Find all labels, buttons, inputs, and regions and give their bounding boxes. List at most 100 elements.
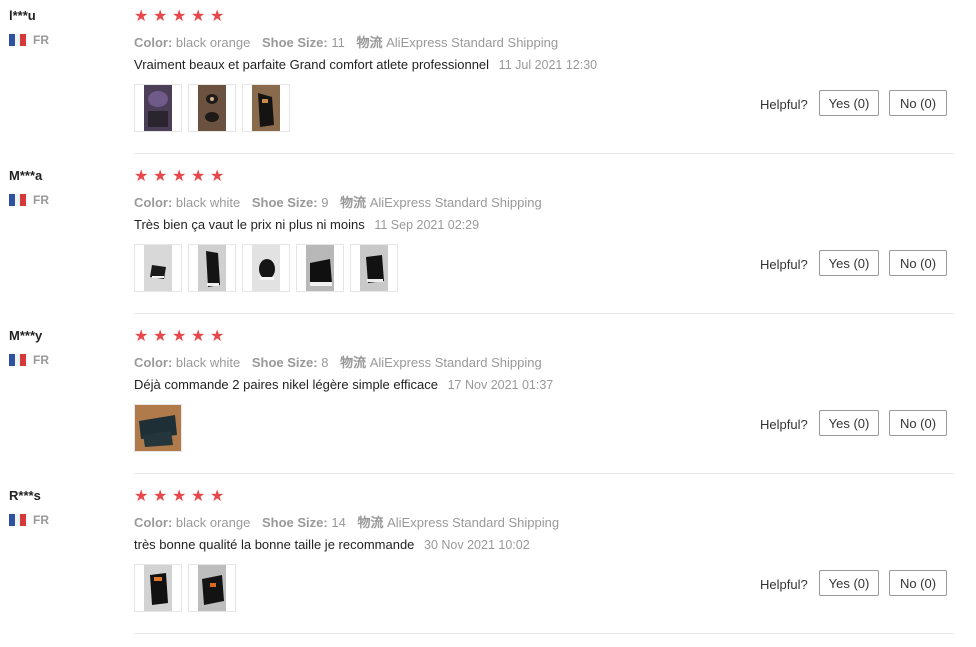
shoe-size-value: 9: [321, 195, 329, 210]
star-icon: ★: [191, 488, 206, 505]
country-code: FR: [33, 193, 49, 207]
star-icon: ★: [191, 328, 206, 345]
helpful-no-button[interactable]: No (0): [889, 570, 947, 596]
review-item: l***u FR ★ ★ ★ ★ ★ Color: black orange Shoe …: [0, 0, 976, 160]
color-label: Color:: [134, 35, 173, 50]
divider: [134, 153, 954, 154]
france-flag-icon: [9, 34, 27, 46]
shoe-size-label: Shoe Size:: [261, 515, 328, 530]
shoe-size-label: Shoe Size:: [261, 35, 328, 50]
shoe-size-value: 14: [331, 515, 346, 530]
helpful-yes-button[interactable]: Yes (0): [819, 250, 879, 276]
star-icon: ★: [153, 8, 168, 25]
review-item: M***y FR ★ ★ ★ ★ ★ Color: black white Shoe S…: [0, 320, 976, 480]
review-photo-thumbnail[interactable]: [134, 564, 182, 612]
star-icon: ★: [210, 8, 225, 25]
review-photos: [134, 564, 236, 612]
sku-attributes: Color: black orange Shoe Size: 14 物流 Ali…: [134, 512, 567, 531]
sku-attributes: Color: black white Shoe Size: 9 物流 AliEx…: [134, 192, 550, 211]
reviewer-name: M***y: [9, 328, 43, 343]
divider: [134, 473, 954, 474]
review-photo-thumbnail[interactable]: [242, 84, 290, 132]
divider: [134, 313, 954, 314]
review-photos: [134, 404, 182, 452]
star-icon: ★: [172, 8, 187, 25]
review-text: Très bien ça vaut le prix ni plus ni moi…: [134, 217, 479, 232]
shipping-value: AliExpress Standard Shipping: [369, 355, 542, 370]
review-date: 17 Nov 2021 01:37: [447, 378, 554, 392]
reviewer-name: M***a: [9, 168, 43, 183]
country-code: FR: [33, 513, 49, 527]
star-icon: ★: [134, 488, 149, 505]
review-photo-thumbnail[interactable]: [296, 244, 344, 292]
country-code: FR: [33, 33, 49, 47]
shoe-size-label: Shoe Size:: [251, 355, 318, 370]
review-photo-thumbnail[interactable]: [188, 564, 236, 612]
helpful-label: Helpful?: [760, 257, 808, 272]
review-photos: [134, 84, 290, 132]
star-icon: ★: [172, 168, 187, 185]
logistics-label: 物流: [357, 515, 384, 530]
sku-attributes: Color: black orange Shoe Size: 11 物流 Ali…: [134, 32, 566, 51]
shipping-value: AliExpress Standard Shipping: [387, 515, 560, 530]
logistics-label: 物流: [356, 35, 383, 50]
review-item: M***a FR ★ ★ ★ ★ ★ Color: black white Shoe S…: [0, 160, 976, 320]
review-item: R***s FR ★ ★ ★ ★ ★ Color: black orange Shoe …: [0, 480, 976, 640]
shoe-size-value: 8: [321, 355, 329, 370]
color-value: black orange: [175, 35, 251, 50]
star-icon: ★: [210, 168, 225, 185]
review-content: Déjà commande 2 paires nikel légère simp…: [134, 377, 438, 392]
color-value: black orange: [175, 515, 251, 530]
star-icon: ★: [134, 328, 149, 345]
logistics-label: 物流: [340, 355, 367, 370]
review-content: Vraiment beaux et parfaite Grand comfort…: [134, 57, 490, 72]
review-date: 11 Sep 2021 02:29: [374, 218, 480, 232]
shoe-size-label: Shoe Size:: [251, 195, 318, 210]
helpful-yes-button[interactable]: Yes (0): [819, 570, 879, 596]
reviewer-name: l***u: [9, 8, 36, 23]
review-photo-thumbnail[interactable]: [134, 84, 182, 132]
reviewer-country: FR: [9, 353, 49, 367]
review-text: Déjà commande 2 paires nikel légère simp…: [134, 377, 553, 392]
color-label: Color:: [134, 355, 173, 370]
france-flag-icon: [9, 354, 27, 366]
star-icon: ★: [153, 168, 168, 185]
helpful-yes-button[interactable]: Yes (0): [819, 410, 879, 436]
review-photo-thumbnail[interactable]: [242, 244, 290, 292]
helpful-no-button[interactable]: No (0): [889, 410, 947, 436]
review-text: Vraiment beaux et parfaite Grand comfort…: [134, 57, 597, 72]
helpful-label: Helpful?: [760, 417, 808, 432]
star-icon: ★: [134, 8, 149, 25]
star-icon: ★: [153, 488, 168, 505]
logistics-label: 物流: [340, 195, 367, 210]
sku-attributes: Color: black white Shoe Size: 8 物流 AliEx…: [134, 352, 550, 371]
color-label: Color:: [134, 195, 173, 210]
review-date: 11 Jul 2021 12:30: [498, 58, 598, 72]
rating-stars: ★ ★ ★ ★ ★: [134, 489, 229, 505]
review-photo-thumbnail[interactable]: [350, 244, 398, 292]
star-icon: ★: [191, 168, 206, 185]
review-photo-thumbnail[interactable]: [188, 84, 236, 132]
france-flag-icon: [9, 194, 27, 206]
star-icon: ★: [153, 328, 168, 345]
review-photo-thumbnail[interactable]: [134, 244, 182, 292]
review-photo-thumbnail[interactable]: [134, 404, 182, 452]
shipping-value: AliExpress Standard Shipping: [386, 35, 559, 50]
helpful-no-button[interactable]: No (0): [889, 250, 947, 276]
review-photo-thumbnail[interactable]: [188, 244, 236, 292]
helpful-label: Helpful?: [760, 97, 808, 112]
helpful-no-button[interactable]: No (0): [889, 90, 947, 116]
helpful-yes-button[interactable]: Yes (0): [819, 90, 879, 116]
star-icon: ★: [134, 168, 149, 185]
rating-stars: ★ ★ ★ ★ ★: [134, 329, 229, 345]
star-icon: ★: [210, 328, 225, 345]
shoe-size-value: 11: [331, 35, 345, 50]
reviewer-country: FR: [9, 33, 49, 47]
color-value: black white: [175, 195, 241, 210]
reviewer-name: R***s: [9, 488, 41, 503]
divider: [134, 633, 954, 634]
review-date: 30 Nov 2021 10:02: [424, 538, 530, 552]
rating-stars: ★ ★ ★ ★ ★: [134, 169, 229, 185]
reviewer-country: FR: [9, 193, 49, 207]
rating-stars: ★ ★ ★ ★ ★: [134, 9, 229, 25]
